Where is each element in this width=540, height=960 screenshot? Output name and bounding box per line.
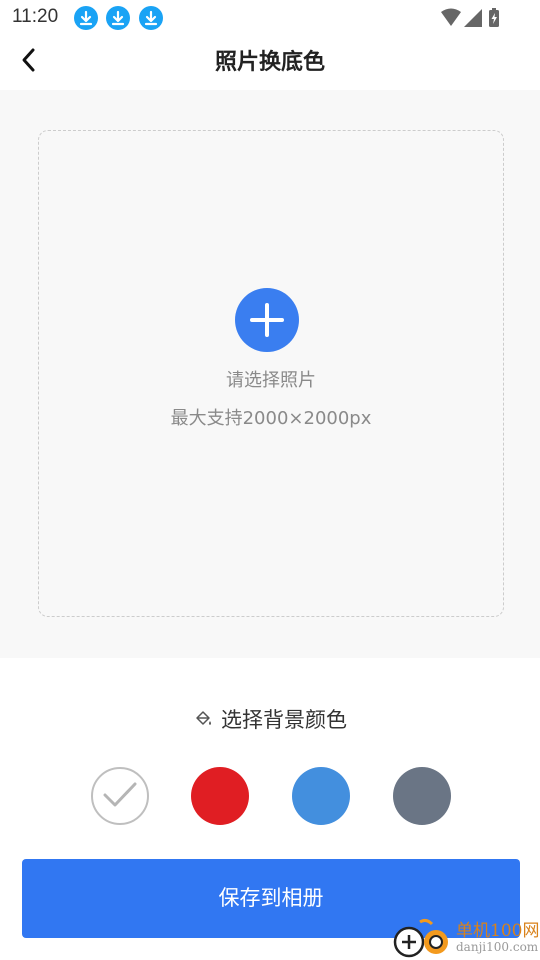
color-section-header: 选择背景颜色 (0, 704, 540, 734)
upload-area: 请选择照片 最大支持2000×2000px (0, 90, 540, 658)
wifi-icon (441, 8, 461, 26)
download-icon (74, 6, 98, 30)
status-bar: 11:20 (0, 0, 540, 36)
signal-icon (464, 9, 482, 27)
status-time: 11:20 (12, 6, 59, 27)
download-icon (106, 6, 130, 30)
system-status-icons (440, 7, 500, 29)
watermark-url: danji100.com (456, 940, 539, 954)
swatch-blue[interactable] (292, 767, 350, 825)
app-header: 照片换底色 (0, 36, 540, 90)
swatch-white[interactable] (91, 767, 149, 825)
checkmark-icon (103, 782, 137, 807)
battery-charging-icon (489, 8, 499, 27)
upload-size-hint: 最大支持2000×2000px (170, 408, 372, 429)
site-watermark: 单机100网 danji100.com (390, 916, 540, 960)
color-section-title: 选择背景颜色 (221, 708, 347, 732)
page-title: 照片换底色 (214, 50, 325, 75)
watermark-logo-icon (393, 918, 448, 958)
paint-bucket-icon (193, 709, 213, 729)
plus-icon[interactable] (235, 288, 299, 352)
watermark-brand: 单机100网 (456, 921, 540, 941)
swatch-gray[interactable] (393, 767, 451, 825)
upload-label: 请选择照片 (226, 370, 316, 391)
photo-upload-dropzone[interactable]: 请选择照片 最大支持2000×2000px (38, 130, 504, 617)
download-icon (139, 6, 163, 30)
swatch-red[interactable] (191, 767, 249, 825)
